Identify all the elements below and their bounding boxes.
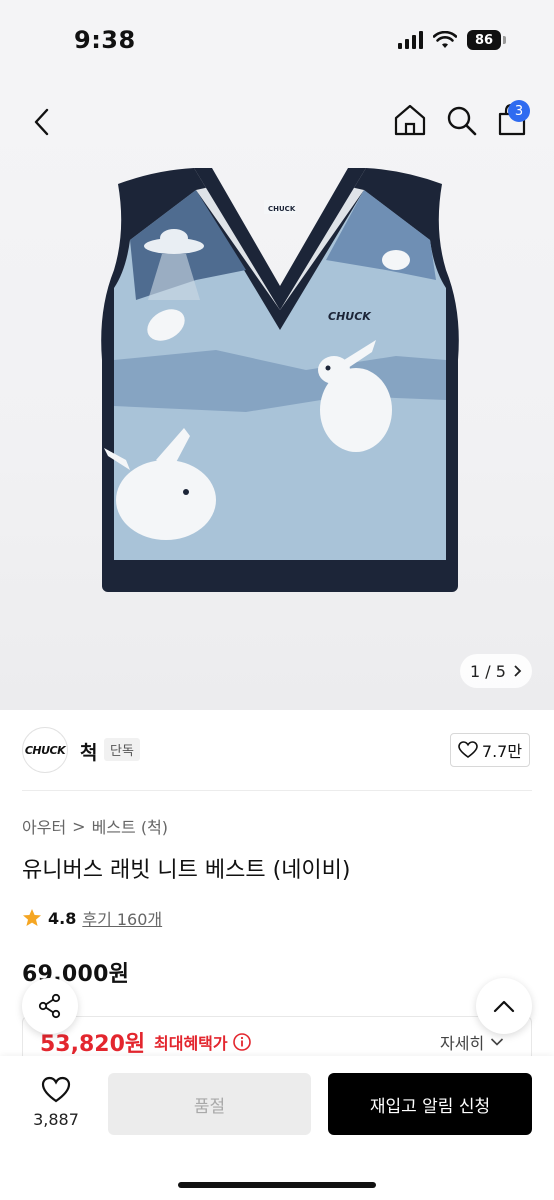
exclusive-badge: 단독 [104, 738, 140, 761]
max-benefit-label: 최대혜택가 [154, 1030, 252, 1054]
vest-chest-logo: CHUCK [328, 310, 372, 323]
back-button[interactable] [22, 104, 62, 140]
benefit-detail-link[interactable]: 자세히 [440, 1030, 504, 1054]
product-title: 유니버스 래빗 니트 베스트 (네이비) [22, 858, 351, 883]
status-bar: 9:38 86 [0, 0, 554, 80]
review-count-link[interactable]: 후기 160개 [82, 906, 162, 930]
chevron-up-icon [493, 1000, 515, 1013]
image-pager[interactable]: 1 / 5 [460, 654, 532, 688]
info-icon[interactable] [232, 1032, 252, 1052]
wifi-icon [433, 31, 457, 48]
share-button[interactable] [22, 978, 78, 1034]
wishlist-button[interactable]: 3,887 [28, 1076, 84, 1129]
divider [22, 790, 532, 791]
product-detail-screen: 9:38 86 CHUCK CHUCK 1 / 5 3 CHUCK 척 단독 7… [0, 0, 554, 1200]
product-image: CHUCK CHUCK [101, 168, 459, 592]
heart-icon [458, 741, 478, 758]
star-icon [23, 909, 41, 926]
chevron-left-icon [34, 108, 49, 136]
status-icons: 86 [398, 30, 506, 50]
restock-alert-button[interactable]: 재입고 알림 신청 [328, 1073, 532, 1135]
wishlist-count: 3,887 [33, 1110, 79, 1129]
brand-name[interactable]: 척 [80, 738, 97, 765]
cellular-signal-icon [398, 31, 423, 49]
breadcrumb-subcategory[interactable]: 베스트 (척) [92, 814, 168, 838]
max-benefit-text: 최대혜택가 [154, 1034, 228, 1053]
cart-count-badge: 3 [508, 100, 530, 122]
brand-like-button[interactable]: 7.7만 [450, 733, 530, 767]
battery-level: 86 [467, 30, 501, 50]
search-icon [447, 106, 477, 136]
home-icon [394, 104, 426, 136]
rating-score: 4.8 [48, 908, 77, 928]
breadcrumb: 아우터 > 베스트 (척) [22, 814, 168, 838]
status-time: 9:38 [74, 26, 136, 54]
breadcrumb-category[interactable]: 아우터 [22, 814, 66, 838]
search-button[interactable] [444, 100, 480, 140]
breadcrumb-separator: > [72, 816, 86, 836]
soldout-button: 품절 [108, 1073, 311, 1135]
heart-icon [41, 1076, 71, 1103]
chevron-down-icon [491, 1038, 504, 1046]
rating-row[interactable]: 4.8 후기 160개 [22, 906, 162, 930]
vest-neck-label: CHUCK [268, 205, 296, 213]
product-image-gallery[interactable]: CHUCK CHUCK 1 / 5 [0, 80, 554, 710]
scroll-top-button[interactable] [476, 978, 532, 1034]
brand-logo[interactable]: CHUCK [22, 727, 68, 773]
share-icon [38, 993, 61, 1019]
pager-text: 1 / 5 [470, 661, 506, 681]
battery-icon: 86 [467, 30, 506, 50]
brand-like-count: 7.7만 [481, 742, 523, 761]
pager-next-icon [512, 662, 522, 681]
detail-link-text: 자세히 [440, 1034, 485, 1053]
home-indicator [178, 1182, 376, 1188]
home-button[interactable] [392, 100, 428, 140]
